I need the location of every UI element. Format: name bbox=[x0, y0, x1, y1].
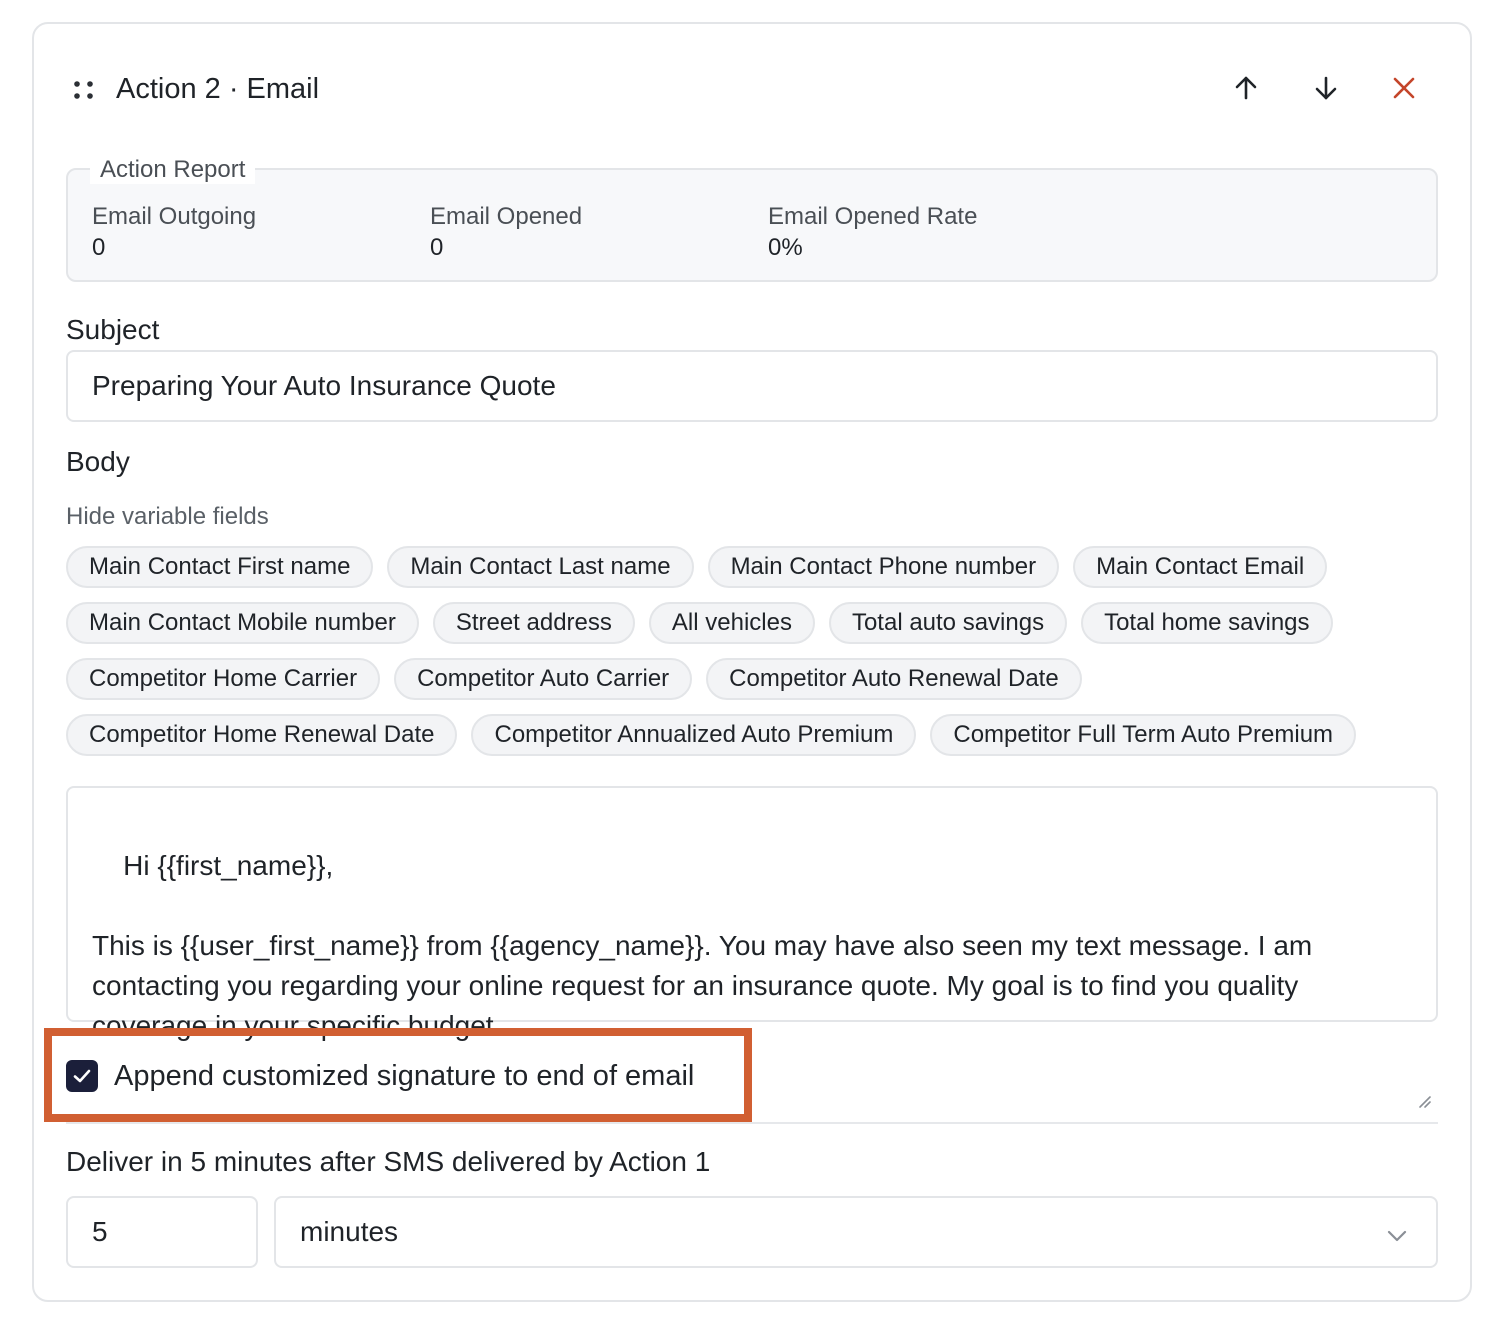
drag-handle-icon[interactable] bbox=[72, 78, 96, 102]
variable-chip[interactable]: Main Contact Email bbox=[1073, 546, 1328, 588]
body-label: Body bbox=[66, 446, 130, 477]
move-up-button[interactable] bbox=[1226, 70, 1266, 110]
resize-grip-icon[interactable] bbox=[1416, 1000, 1432, 1108]
checkmark-icon bbox=[73, 1069, 91, 1083]
stat-label: Email Outgoing bbox=[92, 203, 257, 230]
delay-unit-select[interactable]: minutes bbox=[274, 1196, 1438, 1268]
variable-fields: Main Contact First name Main Contact Las… bbox=[66, 546, 1446, 756]
variable-chip[interactable]: Main Contact Last name bbox=[387, 546, 694, 588]
variable-chip[interactable]: Competitor Full Term Auto Premium bbox=[930, 714, 1357, 756]
hide-variable-fields-link[interactable]: Hide variable fields bbox=[66, 502, 269, 532]
delay-amount-value: 5 bbox=[92, 1216, 108, 1247]
remove-action-button[interactable] bbox=[1384, 70, 1424, 110]
action-header: Action 2 · Email bbox=[34, 24, 1470, 154]
variable-chip[interactable]: All vehicles bbox=[648, 602, 815, 644]
stat-value: 0 bbox=[430, 234, 444, 261]
variable-chip[interactable]: Street address bbox=[432, 602, 635, 644]
stat-label: Email Opened bbox=[430, 203, 583, 230]
stat-email-outgoing: Email Outgoing 0 bbox=[92, 202, 256, 264]
variable-chip[interactable]: Competitor Home Renewal Date bbox=[66, 714, 458, 756]
action-card: Action 2 · Email Action Report Email Out… bbox=[32, 22, 1472, 1302]
subject-value: Preparing Your Auto Insurance Quote bbox=[92, 370, 556, 401]
subject-input[interactable]: Preparing Your Auto Insurance Quote bbox=[66, 350, 1438, 422]
arrow-up-icon bbox=[1233, 75, 1259, 106]
delay-amount-input[interactable]: 5 bbox=[66, 1196, 258, 1268]
variable-chip[interactable]: Total auto savings bbox=[828, 602, 1068, 644]
email-body-text: Hi {{first_name}}, This is {{user_first_… bbox=[92, 850, 1313, 1041]
subject-label: Subject bbox=[66, 314, 160, 345]
stat-email-opened: Email Opened 0 bbox=[430, 202, 582, 264]
stat-email-opened-rate: Email Opened Rate 0% bbox=[768, 202, 977, 264]
signature-option: Append customized signature to end of em… bbox=[66, 1058, 694, 1094]
action-report: Action Report Email Outgoing 0 Email Ope… bbox=[66, 156, 1438, 282]
action-title: Action 2 · Email bbox=[116, 73, 320, 105]
delivery-label: Deliver in 5 minutes after SMS delivered… bbox=[66, 1146, 711, 1177]
chevron-down-icon bbox=[1386, 1222, 1408, 1254]
variable-chip[interactable]: Competitor Auto Carrier bbox=[394, 658, 693, 700]
divider bbox=[66, 1122, 1438, 1124]
variable-chip[interactable]: Competitor Auto Renewal Date bbox=[706, 658, 1082, 700]
variable-chip[interactable]: Main Contact First name bbox=[66, 546, 374, 588]
arrow-down-icon bbox=[1313, 75, 1339, 106]
signature-label[interactable]: Append customized signature to end of em… bbox=[114, 1058, 694, 1094]
move-down-button[interactable] bbox=[1306, 70, 1346, 110]
variable-chip[interactable]: Total home savings bbox=[1081, 602, 1333, 644]
email-body-textarea[interactable]: Hi {{first_name}}, This is {{user_first_… bbox=[66, 786, 1438, 1108]
variable-chip[interactable]: Main Contact Phone number bbox=[707, 546, 1060, 588]
variable-chip[interactable]: Competitor Home Carrier bbox=[66, 658, 381, 700]
stat-label: Email Opened Rate bbox=[768, 203, 978, 230]
delay-unit-value: minutes bbox=[300, 1216, 399, 1247]
action-report-legend: Action Report bbox=[90, 156, 256, 184]
variable-chip[interactable]: Competitor Annualized Auto Premium bbox=[471, 714, 917, 756]
variable-chip[interactable]: Main Contact Mobile number bbox=[66, 602, 419, 644]
stat-value: 0% bbox=[768, 234, 803, 261]
close-icon bbox=[1392, 76, 1416, 105]
signature-checkbox[interactable] bbox=[66, 1060, 98, 1092]
stat-value: 0 bbox=[92, 234, 106, 261]
